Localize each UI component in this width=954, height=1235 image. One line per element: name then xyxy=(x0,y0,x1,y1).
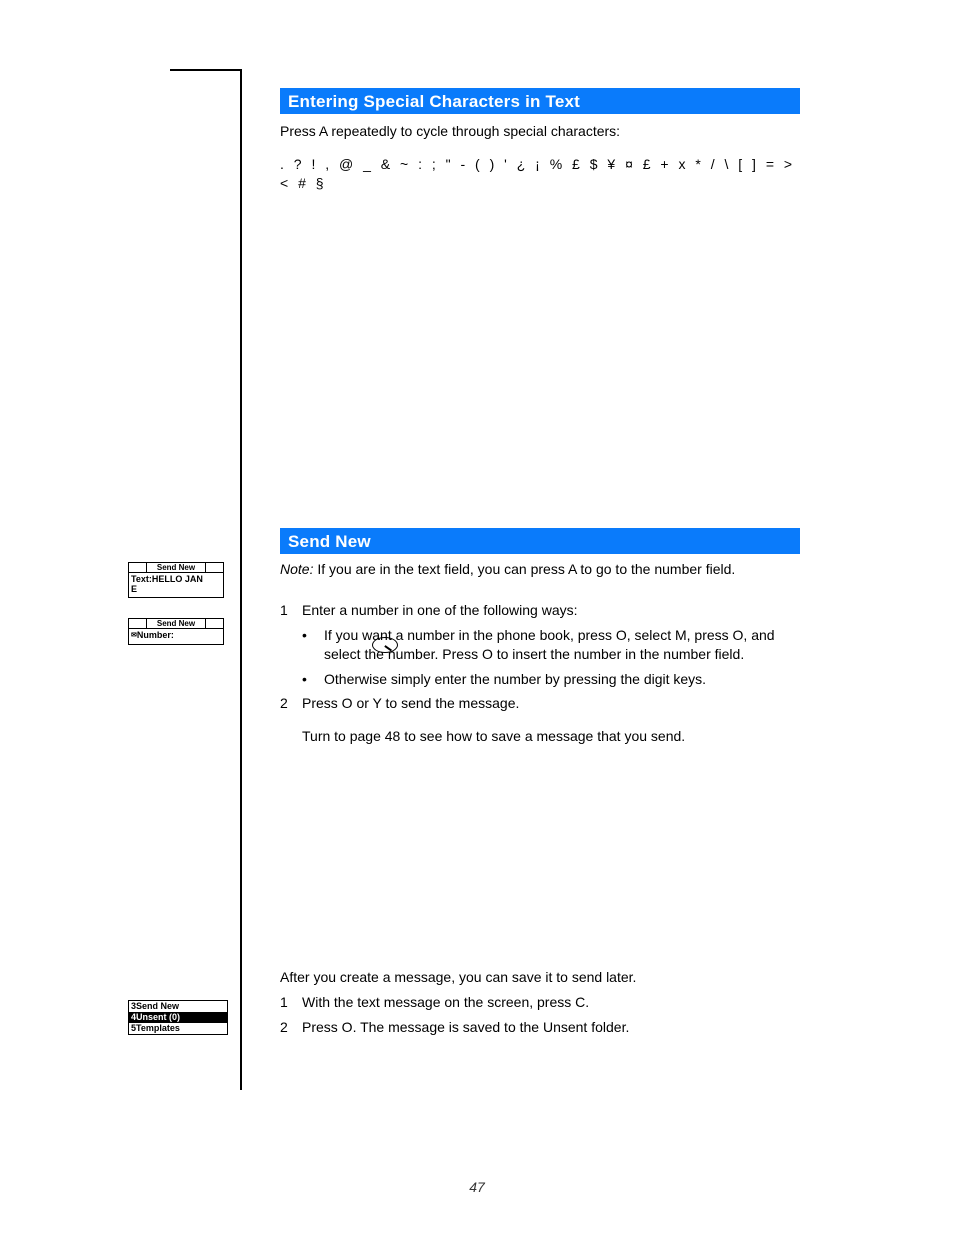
row-text: Unsent (0) xyxy=(136,1012,180,1022)
mock-list-row: 5Templates xyxy=(129,1023,227,1034)
mock-title: Send New xyxy=(147,619,205,628)
step-text: Press O. The message is saved to the Uns… xyxy=(302,1018,800,1037)
mock-title-left-cap xyxy=(129,563,147,572)
mock-line-2: E xyxy=(131,584,221,594)
bullet-marker: • xyxy=(302,626,324,664)
section-header-special-chars: Entering Special Characters in Text xyxy=(280,88,800,114)
mock-line-1: Text:HELLO JAN xyxy=(131,574,221,584)
nav-key-icon xyxy=(372,637,398,653)
mock-title-left-cap xyxy=(129,619,147,628)
special-chars-list: . ? ! , @ _ & ~ : ; " - ( ) ' ¿ ¡ % £ $ … xyxy=(280,155,800,193)
step-number: 2 xyxy=(280,694,302,713)
unsent-step-2: 2 Press O. The message is saved to the U… xyxy=(280,1018,800,1037)
phone-mock-menu-list: 3Send New 4Unsent (0) 5Templates xyxy=(128,1000,228,1035)
mock-title-row: Send New xyxy=(129,619,223,629)
row-text: Templates xyxy=(136,1023,180,1033)
special-chars-intro: Press A repeatedly to cycle through spec… xyxy=(280,122,800,141)
step-text: Enter a number in one of the following w… xyxy=(302,601,800,620)
mock-body: Text:HELLO JAN E xyxy=(129,573,223,597)
send-new-step-2: 2 Press O or Y to send the message. xyxy=(280,694,800,713)
page-number: 47 xyxy=(0,1179,954,1195)
note-body: If you are in the text field, you can pr… xyxy=(317,561,735,577)
step-number: 1 xyxy=(280,601,302,620)
mock-title-right-cap xyxy=(205,563,223,572)
phone-mock-number-entry: Send New ✉Number: xyxy=(128,618,224,645)
row-text: Send New xyxy=(136,1001,179,1011)
step-number: 1 xyxy=(280,993,302,1012)
note-label: Note: xyxy=(280,561,313,577)
key-icon-container xyxy=(370,636,400,654)
mock-line-1: Number: xyxy=(137,630,174,640)
bullet-text: Otherwise simply enter the number by pre… xyxy=(324,670,800,689)
mock-list-row-selected: 4Unsent (0) xyxy=(129,1012,227,1023)
mock-title-right-cap xyxy=(205,619,223,628)
step-number: 2 xyxy=(280,1018,302,1037)
unsent-intro: After you create a message, you can save… xyxy=(280,968,800,987)
mock-title-row: Send New xyxy=(129,563,223,573)
step-text: With the text message on the screen, pre… xyxy=(302,993,800,1012)
send-new-step-1: 1 Enter a number in one of the following… xyxy=(280,601,800,620)
bullet-marker: • xyxy=(302,670,324,689)
section-header-send-new: Send New xyxy=(280,528,800,554)
send-new-note: Note: If you are in the text field, you … xyxy=(280,560,800,579)
step-text: Press O or Y to send the message. xyxy=(302,694,800,713)
mock-title: Send New xyxy=(147,563,205,572)
send-new-bullet-b: • Otherwise simply enter the number by p… xyxy=(302,670,800,689)
phone-mock-text-entry: Send New Text:HELLO JAN E xyxy=(128,562,224,598)
unsent-step-1: 1 With the text message on the screen, p… xyxy=(280,993,800,1012)
mock-list-row: 3Send New xyxy=(129,1001,227,1012)
corner-horizontal-rule xyxy=(170,69,242,71)
content-vertical-rule xyxy=(240,70,242,1090)
mock-body: ✉Number: xyxy=(129,629,223,644)
send-new-footer-note: Turn to page 48 to see how to save a mes… xyxy=(302,727,800,746)
